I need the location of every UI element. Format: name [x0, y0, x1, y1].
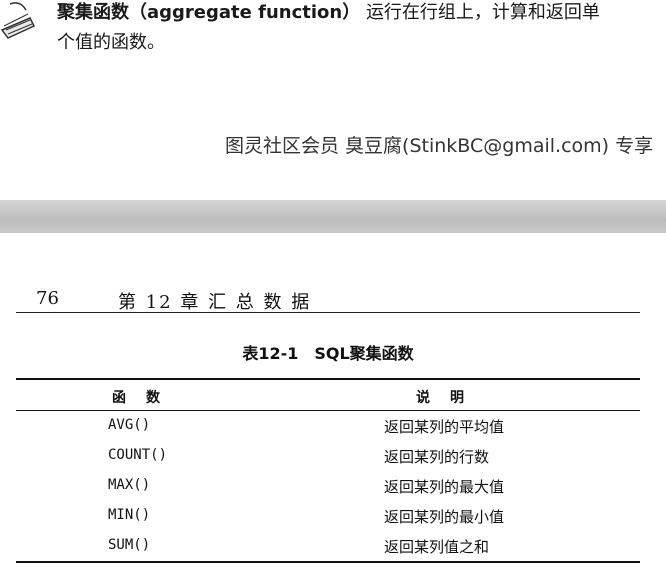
definition-text-line1: 运行在行组上，计算和返回单 [365, 2, 600, 23]
function-description: 返回某列的最小值 [384, 508, 505, 526]
table-row: COUNT() 返回某列的行数 [16, 441, 640, 471]
definition-paragraph: 聚集函数（aggregate function） 运行在行组上，计算和返回单 个… [57, 0, 617, 58]
table-caption: 表12-1 SQL聚集函数 [242, 344, 414, 363]
function-name: MIN() [108, 507, 151, 523]
definition-text-line2: 个值的函数。 [57, 32, 165, 53]
watermark-text: 图灵社区会员 臭豆腐(StinkBC@gmail.com) 专享 [225, 135, 654, 157]
function-name: COUNT() [108, 447, 168, 463]
page-separator [0, 200, 666, 233]
table-row: MIN() 返回某列的最小值 [16, 501, 640, 531]
function-name: AVG() [108, 417, 151, 433]
definition-term: 聚集函数（aggregate function） [57, 2, 361, 23]
page-number: 76 [36, 288, 59, 309]
chapter-title: 第 12 章 汇 总 数 据 [118, 292, 312, 313]
table-row: AVG() 返回某列的平均值 [16, 411, 640, 441]
function-description: 返回某列的平均值 [384, 418, 505, 436]
function-description: 返回某列值之和 [384, 538, 490, 556]
table-row: SUM() 返回某列值之和 [16, 531, 640, 561]
running-header: 76 第 12 章 汇 总 数 据 [16, 287, 640, 313]
function-description: 返回某列的行数 [384, 448, 490, 466]
function-name: SUM() [108, 537, 151, 553]
upper-page: 聚集函数（aggregate function） 运行在行组上，计算和返回单 个… [0, 0, 666, 200]
header-description: 说明 [416, 390, 484, 406]
aggregate-functions-table: 函数 说明 AVG() 返回某列的平均值 COUNT() 返回某列的行数 MAX… [16, 378, 640, 563]
header-function: 函数 [112, 390, 180, 406]
table-row: MAX() 返回某列的最大值 [16, 471, 640, 501]
function-name: MAX() [108, 477, 151, 493]
table-header-row: 函数 说明 [16, 380, 640, 411]
function-description: 返回某列的最大值 [384, 478, 505, 496]
notepad-icon [0, 2, 36, 39]
